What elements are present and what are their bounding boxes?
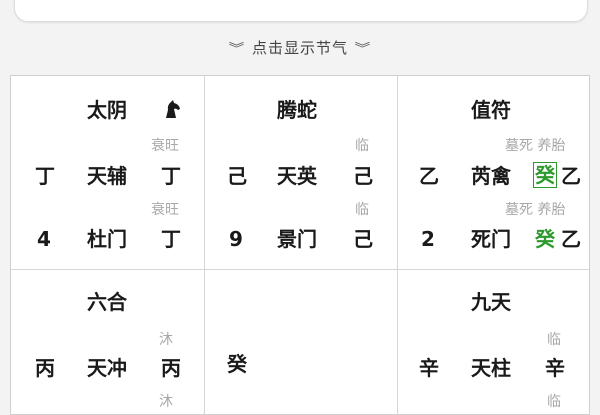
earth-stem: 辛 [419, 356, 439, 380]
door-state: 墓死 养胎 [505, 202, 566, 218]
show-solar-terms-toggle[interactable]: ︾ 点击显示节气 ︾ [0, 34, 600, 60]
heaven-state: 临 [547, 332, 561, 348]
star: 天柱 [471, 356, 511, 380]
earth-stem-green: 癸 [535, 227, 555, 251]
earth-stem-lower: 丁 [161, 227, 181, 251]
palace-number: 4 [37, 227, 51, 251]
door: 死门 [471, 227, 511, 251]
earth-stem: 乙 [419, 164, 439, 188]
grid-divider [204, 76, 205, 414]
heaven-stem: 丙 [161, 356, 181, 380]
earth-stem: 丙 [35, 356, 55, 380]
heaven-state: 衰旺 [151, 138, 179, 154]
heaven-state: 临 [355, 138, 369, 154]
deity: 九天 [471, 290, 511, 314]
heaven-stem: 乙 [561, 164, 581, 188]
qimen-chart-grid: 太阴 衰旺 丁 天辅 丁 衰旺 4 杜门 丁 腾蛇 临 己 天英 己 临 9 景… [10, 75, 590, 415]
heaven-state: 沐 [159, 332, 173, 348]
star: 芮禽 [471, 164, 511, 188]
toggle-label: 点击显示节气 [251, 38, 348, 57]
door-state: 衰旺 [151, 202, 179, 218]
grid-divider [397, 76, 398, 414]
center-stem: 癸 [227, 352, 247, 376]
double-chevron-down-icon: ︾ [354, 41, 372, 57]
heaven-stem: 辛 [545, 356, 565, 380]
star: 天辅 [87, 164, 127, 188]
earth-stem-lower: 乙 [561, 227, 581, 251]
horse-head-icon [166, 100, 180, 118]
grid-divider [11, 269, 589, 270]
heaven-stem: 丁 [161, 164, 181, 188]
door: 景门 [277, 227, 317, 251]
star: 天英 [277, 164, 317, 188]
door-state: 临 [355, 202, 369, 218]
deity: 值符 [471, 98, 511, 122]
star: 天冲 [87, 356, 127, 380]
earth-stem-lower: 己 [353, 227, 373, 251]
double-chevron-down-icon: ︾ [228, 41, 246, 57]
deity: 腾蛇 [277, 98, 317, 122]
heaven-state: 墓死 养胎 [505, 138, 566, 154]
heaven-stem: 己 [353, 164, 373, 188]
deity: 六合 [87, 290, 127, 314]
palace-number: 2 [421, 227, 435, 251]
palace-number: 9 [229, 227, 243, 251]
door: 杜门 [87, 227, 127, 251]
door-state: 沐 [159, 394, 173, 410]
earth-stem: 己 [227, 164, 247, 188]
earth-stem: 丁 [35, 164, 55, 188]
top-card [14, 0, 588, 22]
heaven-stem-highlight: 癸 [533, 162, 557, 188]
door-state: 临 [547, 394, 561, 410]
deity: 太阴 [87, 98, 127, 122]
